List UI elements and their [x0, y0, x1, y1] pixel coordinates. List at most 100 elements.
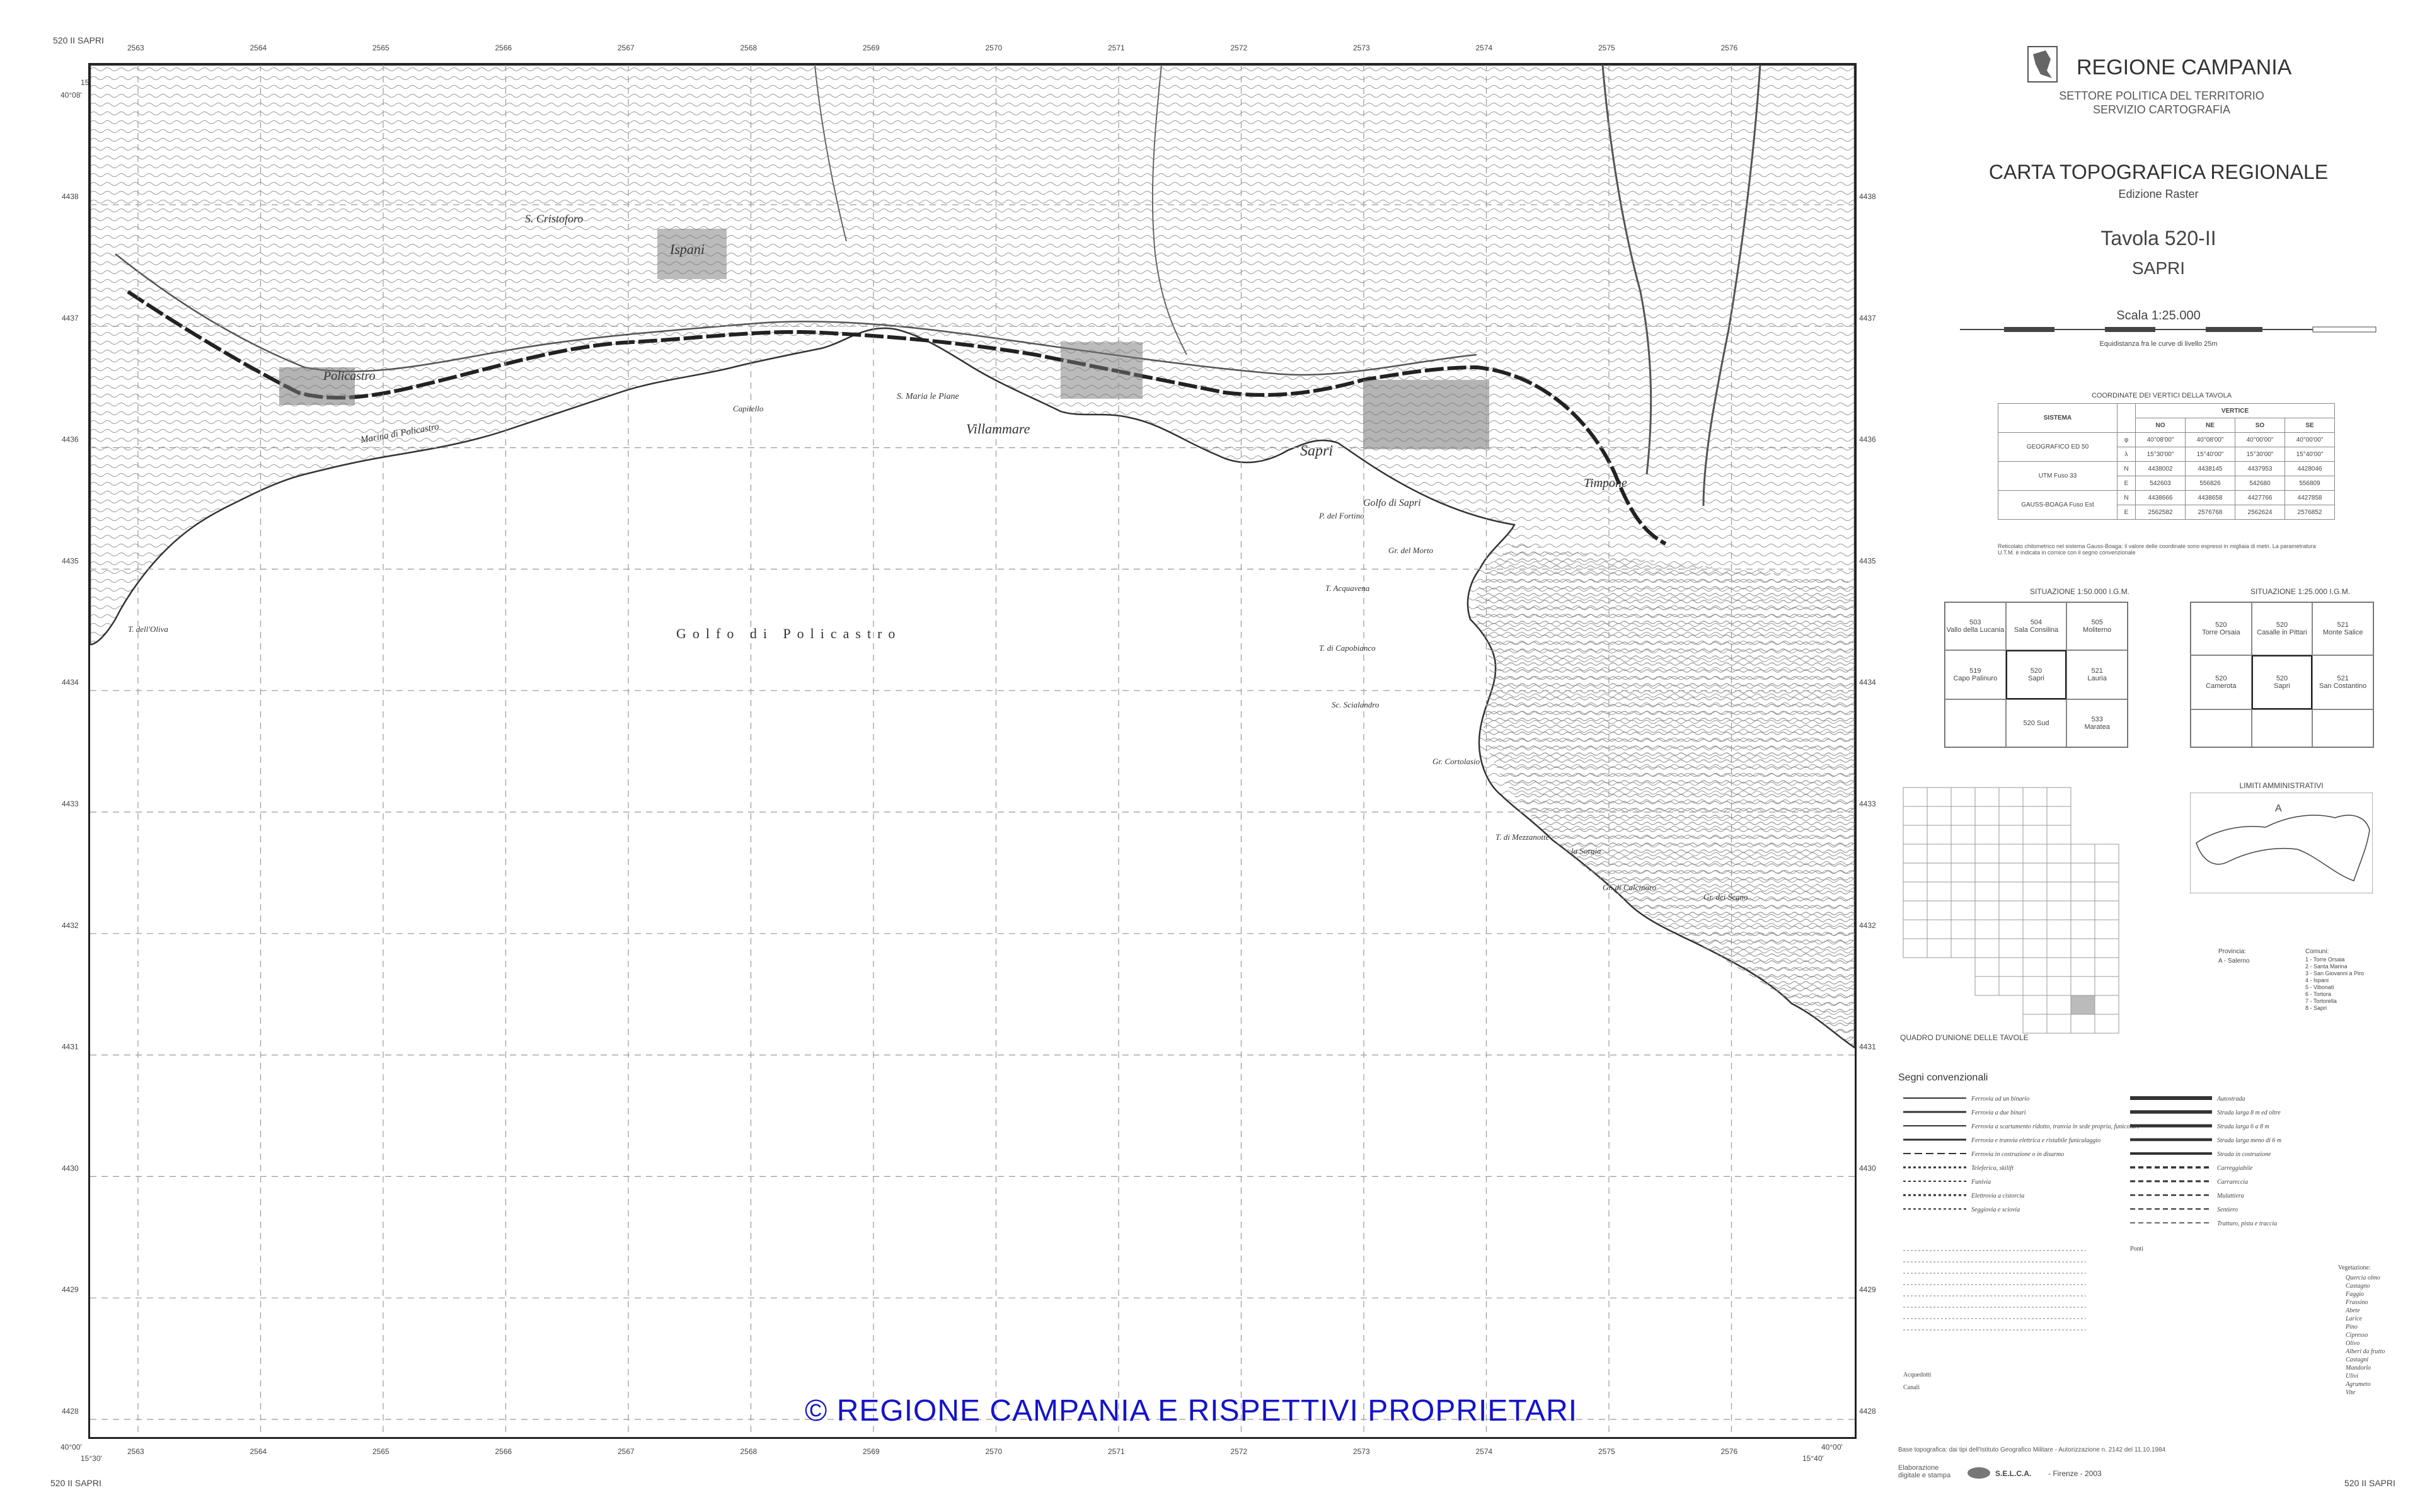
union-cell — [1974, 787, 2000, 807]
northing-label: 4434 — [1859, 678, 1876, 687]
coord-symbol: E — [2117, 505, 2136, 520]
vegetation-item: Alberi da frutto — [2345, 1348, 2385, 1355]
easting-label: 2567 — [618, 43, 635, 52]
union-cell — [2094, 976, 2119, 996]
legend-item: Ferrovia in costruzione o in disarmo — [1971, 1151, 2064, 1158]
vegetation-item: Faggio — [2345, 1291, 2364, 1298]
comune-item: 7 - Tortorella — [2305, 998, 2337, 1004]
legend-item: Funivia — [1971, 1179, 1991, 1186]
coord-value: 542680 — [2235, 476, 2285, 491]
union-cell — [2094, 957, 2119, 977]
easting-label: 2574 — [1476, 1447, 1493, 1456]
coord-note: Reticolato chilometrico nel sistema Gaus… — [1998, 543, 2316, 556]
coord-value: 40°00'00" — [2285, 432, 2335, 447]
region-title: REGIONE CAMPANIA — [2077, 55, 2292, 79]
union-cell — [2070, 1014, 2095, 1034]
situation-cell-number: 520 — [2215, 675, 2227, 682]
union-cell — [1903, 900, 1928, 920]
union-cell — [2022, 787, 2048, 807]
coord-symbol: N — [2117, 461, 2136, 476]
northing-label: 4429 — [62, 1285, 79, 1294]
legend-panel: Ferrovia ad un binario Ferrovia a due bin… — [1903, 1096, 2385, 1396]
legend-item: Seggiovia e sciovia — [1971, 1206, 2020, 1213]
coord-symbol: φ — [2117, 432, 2136, 447]
union-cell — [1950, 806, 1976, 826]
union-cell — [1927, 787, 1952, 807]
comuni-list: 1 - Torre Orsaia 2 - Santa Marina 3 - San … — [2305, 956, 2364, 1012]
coord-symbol: E — [2117, 476, 2136, 491]
situation-cell — [2312, 709, 2373, 747]
union-cell — [1974, 976, 2000, 996]
union-cell — [1998, 806, 2024, 826]
northing-label: 4436 — [62, 435, 79, 444]
union-cell — [2022, 900, 2048, 920]
union-cell — [2046, 957, 2071, 977]
legend-item: Elettrovia a cistorcia — [1971, 1193, 2024, 1200]
coord-value: 4427766 — [2235, 490, 2285, 505]
situation-cell: 520 Camerota — [2191, 655, 2252, 709]
situation-cell-name: San Costantino — [2319, 682, 2367, 690]
easting-label: 2573 — [1353, 43, 1370, 52]
easting-label: 2574 — [1476, 43, 1493, 52]
comuni-label: Comuni: — [2305, 948, 2329, 955]
union-cell — [1998, 787, 2024, 807]
sector-label: SETTORE POLITICA DEL TERRITORIO — [2059, 89, 2264, 102]
coord-header-system: SISTEMA — [1998, 403, 2118, 433]
coord-value: 4427858 — [2285, 490, 2335, 505]
situation-cell — [2191, 709, 2252, 747]
union-cell — [1974, 957, 2000, 977]
provincia-value: A - Salerno — [2218, 958, 2250, 965]
union-cell — [2046, 900, 2071, 920]
coord-value: 4438666 — [2135, 490, 2186, 505]
comune-item: 5 - Vibonati — [2305, 984, 2334, 990]
situation-cell-number: 520 — [2215, 621, 2227, 629]
situation-cell-name: Moliterno — [2083, 626, 2112, 634]
provincia-label: Provincia: — [2218, 948, 2246, 955]
legend-section-label: Ponti — [2130, 1246, 2143, 1252]
legend-item: Mulattiera — [2216, 1193, 2244, 1200]
union-cell — [2094, 1014, 2119, 1034]
union-cell — [2070, 919, 2095, 939]
situation-25k-title: SITUAZIONE 1:25.000 I.G.M. — [2250, 587, 2351, 596]
regione-campania-logo — [2027, 46, 2058, 83]
union-cell — [2070, 995, 2095, 1015]
situation-cell-name: Casalle in Pittari — [2257, 629, 2307, 636]
union-cell — [2022, 976, 2048, 996]
easting-label: 2571 — [1108, 1447, 1125, 1456]
union-cell — [1998, 919, 2024, 939]
union-cell — [1903, 881, 1928, 902]
situation-cell-number: 520 — [2030, 667, 2043, 675]
map-title: CARTA TOPOGRAFICA REGIONALE — [1988, 161, 2329, 183]
coord-value: 4438145 — [2185, 461, 2235, 476]
union-cell — [1927, 844, 1952, 864]
union-cell — [1998, 844, 2024, 864]
easting-label: 2568 — [740, 1447, 758, 1456]
union-cell — [1998, 862, 2024, 883]
union-cell — [2094, 995, 2119, 1015]
easting-label: 2570 — [986, 43, 1003, 52]
legend-item: Teleferica, skilift — [1971, 1165, 2014, 1172]
coord-symbol: λ — [2117, 447, 2136, 462]
situation-cell: 519 Capo Palinuro — [1945, 650, 2006, 699]
easting-label: 2573 — [1353, 1447, 1370, 1456]
coord-row: UTM Fuso 33 N 4438002 4438145 4437953 4428046 — [1998, 461, 2335, 491]
situation-50k-grid: 503 Vallo della Lucania 504 Sala Consilina 5… — [1944, 602, 2128, 748]
vegetation-item: Cipresso — [2346, 1332, 2368, 1339]
coord-col-ne: NE — [2185, 418, 2235, 433]
situation-cell-name: Capo Palinuro — [1953, 675, 1998, 682]
northing-label: 4435 — [62, 556, 79, 565]
coord-value: 4437953 — [2235, 461, 2285, 476]
sheet-label-bottom-right: 520 II SAPRI — [2344, 1478, 2395, 1488]
legend-item: Ferrovia a due binari — [1971, 1109, 2026, 1116]
coord-col-so: SO — [2235, 418, 2285, 433]
situation-cell-name: Maratea — [2084, 723, 2110, 731]
union-cell — [1974, 806, 2000, 826]
situation-cell: 520 Torre Orsaia — [2191, 602, 2252, 655]
legend-item: Ferrovia ad un binario — [1971, 1096, 2029, 1102]
union-cell — [2070, 862, 2095, 883]
vegetation-item: Agrumeto — [2345, 1381, 2370, 1388]
union-cell — [2046, 825, 2071, 845]
situation-cell-name: Torre Orsaia — [2202, 629, 2240, 636]
vegetation-item: Mandorlo — [2345, 1365, 2371, 1372]
coord-row: GAUSS-BOAGA Fuso Est N 4438666 4438658 44277… — [1998, 490, 2335, 520]
